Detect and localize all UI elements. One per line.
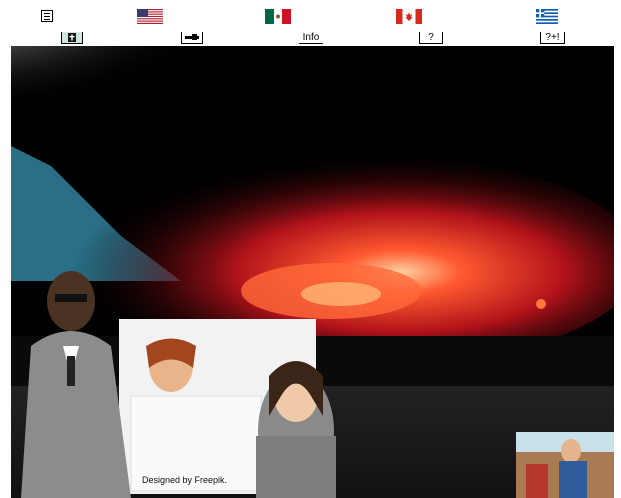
us-flag-icon[interactable]	[137, 9, 163, 24]
menu-icon[interactable]	[41, 10, 53, 22]
pointing-hand-icon[interactable]	[181, 32, 203, 44]
plus-help-button[interactable]: ?+!	[540, 32, 565, 44]
mexico-flag-icon[interactable]	[265, 9, 291, 24]
help-button[interactable]: ?	[419, 32, 443, 44]
image-credit: Designed by Freepik.	[142, 475, 228, 485]
cross-book-icon[interactable]	[61, 32, 83, 44]
hero-image	[11, 46, 614, 498]
info-link[interactable]: Info	[299, 32, 323, 44]
canada-flag-icon[interactable]	[396, 9, 422, 24]
storm-scene	[11, 46, 614, 498]
greece-flag-icon[interactable]	[536, 9, 562, 24]
